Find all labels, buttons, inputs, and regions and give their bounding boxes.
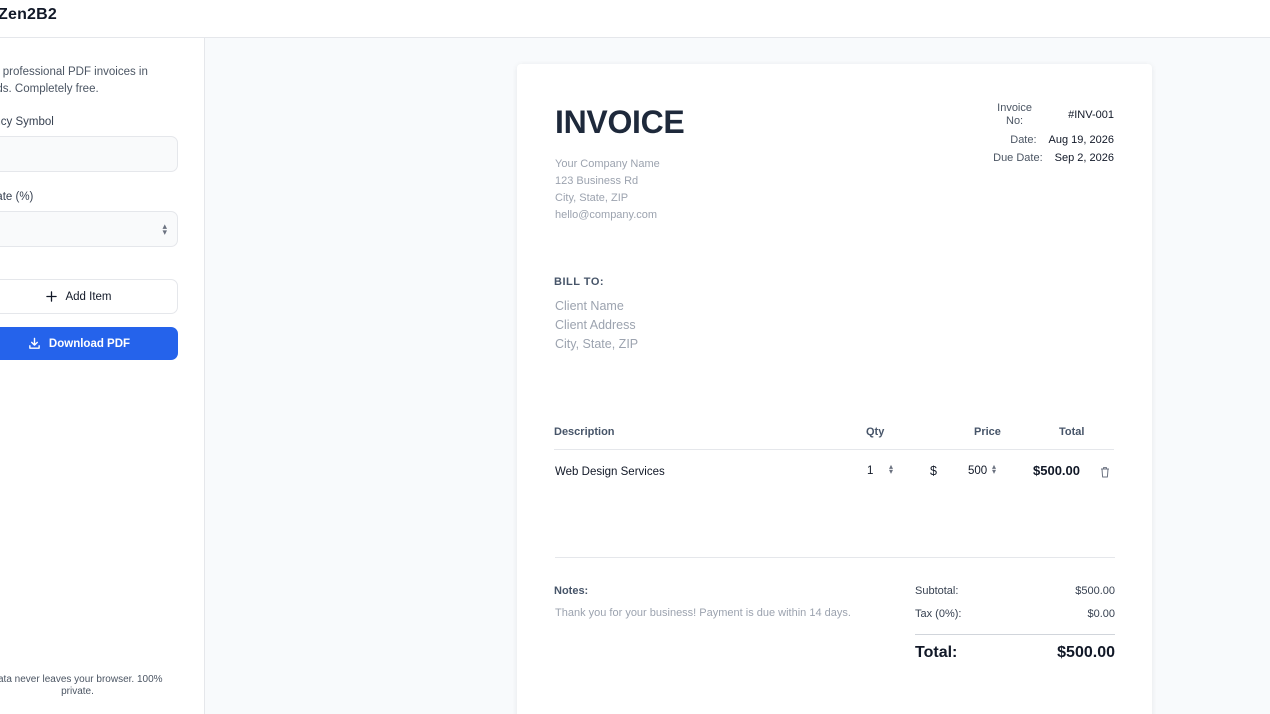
date-input[interactable]: Aug 19, 2026 bbox=[1049, 134, 1114, 146]
label-line: Invoice bbox=[997, 102, 1032, 114]
company-street[interactable]: 123 Business Rd bbox=[555, 173, 660, 190]
trash-icon[interactable] bbox=[1100, 466, 1110, 481]
column-total: Total bbox=[1059, 426, 1085, 438]
column-description: Description bbox=[554, 426, 615, 438]
client-address-input[interactable]: Client Address bbox=[555, 316, 638, 335]
tax-rate-input[interactable]: ▴ ▾ bbox=[0, 211, 178, 247]
due-date-label: Due Date: bbox=[993, 152, 1043, 164]
items-table-header: Description Qty Price Total bbox=[554, 426, 1114, 450]
plus-icon bbox=[46, 291, 58, 302]
privacy-line: data never leaves your browser. 100% bbox=[0, 674, 163, 685]
top-bar: Zen2B2 bbox=[0, 0, 1270, 38]
brand-logo: Zen2B2 bbox=[0, 6, 57, 23]
invoice-title[interactable]: INVOICE bbox=[555, 104, 685, 141]
company-email[interactable]: hello@company.com bbox=[555, 207, 660, 224]
add-item-button[interactable]: Add Item bbox=[0, 279, 178, 314]
client-name-input[interactable]: Client Name bbox=[555, 297, 638, 316]
sidebar: te professional PDF invoices in nds. Com… bbox=[0, 38, 205, 714]
table-row: Web Design Services 1 ▴ ▾ $ 500 ▴ ▾ $500.0… bbox=[555, 460, 1115, 484]
item-price-input[interactable]: 500 bbox=[968, 465, 987, 477]
total-value: $500.00 bbox=[1057, 644, 1115, 661]
item-description-input[interactable]: Web Design Services bbox=[555, 466, 665, 478]
stepper-icon[interactable]: ▴ ▾ bbox=[162, 222, 167, 237]
sidebar-intro: te professional PDF invoices in nds. Com… bbox=[0, 64, 180, 98]
company-name[interactable]: Your Company Name bbox=[555, 156, 660, 173]
stepper-icon[interactable]: ▴ ▾ bbox=[992, 463, 996, 476]
stepper-icon[interactable]: ▴ ▾ bbox=[889, 463, 893, 476]
subtotal-value: $500.00 bbox=[1075, 585, 1115, 597]
date-label: Date: bbox=[1010, 134, 1037, 146]
total-label: Total: bbox=[915, 644, 958, 661]
privacy-line: private. bbox=[61, 686, 94, 697]
tax-label: Tax (0%): bbox=[915, 608, 962, 620]
privacy-note: data never leaves your browser. 100% pri… bbox=[0, 674, 180, 698]
download-icon bbox=[29, 337, 40, 349]
invoice-preview: INVOICE Your Company Name 123 Business R… bbox=[517, 64, 1152, 714]
download-pdf-label: Download PDF bbox=[48, 337, 131, 350]
company-city[interactable]: City, State, ZIP bbox=[555, 190, 660, 207]
currency-symbol-input[interactable] bbox=[0, 136, 178, 172]
notes-input[interactable]: Thank you for your business! Payment is … bbox=[555, 607, 851, 619]
invoice-meta: Invoice No: #INV-001 Date: Aug 19, 2026 … bbox=[894, 102, 1114, 170]
column-qty: Qty bbox=[866, 426, 885, 438]
column-price: Price bbox=[974, 426, 1001, 438]
client-info: Client Name Client Address City, State, … bbox=[555, 297, 638, 354]
company-info: Your Company Name 123 Business Rd City, … bbox=[555, 156, 660, 224]
tax-value: $0.00 bbox=[1087, 608, 1115, 620]
item-total: $500.00 bbox=[1033, 463, 1080, 478]
intro-line: nds. Completely free. bbox=[0, 83, 99, 95]
tax-rate-label: Rate (%) bbox=[0, 191, 34, 203]
add-item-label: Add Item bbox=[65, 290, 112, 303]
summary-divider bbox=[915, 634, 1115, 635]
section-divider bbox=[555, 557, 1115, 558]
intro-line: te professional PDF invoices in bbox=[0, 66, 148, 78]
invoice-no-label: Invoice No: bbox=[997, 102, 1032, 128]
item-qty-input[interactable]: 1 bbox=[867, 465, 873, 477]
subtotal-label: Subtotal: bbox=[915, 585, 959, 597]
due-date-input[interactable]: Sep 2, 2026 bbox=[1055, 152, 1114, 164]
download-pdf-button[interactable]: Download PDF bbox=[0, 327, 178, 360]
bill-to-label: BILL TO: bbox=[554, 276, 605, 288]
invoice-no-input[interactable]: #INV-001 bbox=[1044, 102, 1114, 121]
notes-label: Notes: bbox=[554, 585, 589, 597]
currency-symbol-label: ency Symbol bbox=[0, 116, 54, 128]
item-currency: $ bbox=[930, 464, 937, 478]
client-city-input[interactable]: City, State, ZIP bbox=[555, 335, 638, 354]
label-line: No: bbox=[1006, 115, 1024, 127]
